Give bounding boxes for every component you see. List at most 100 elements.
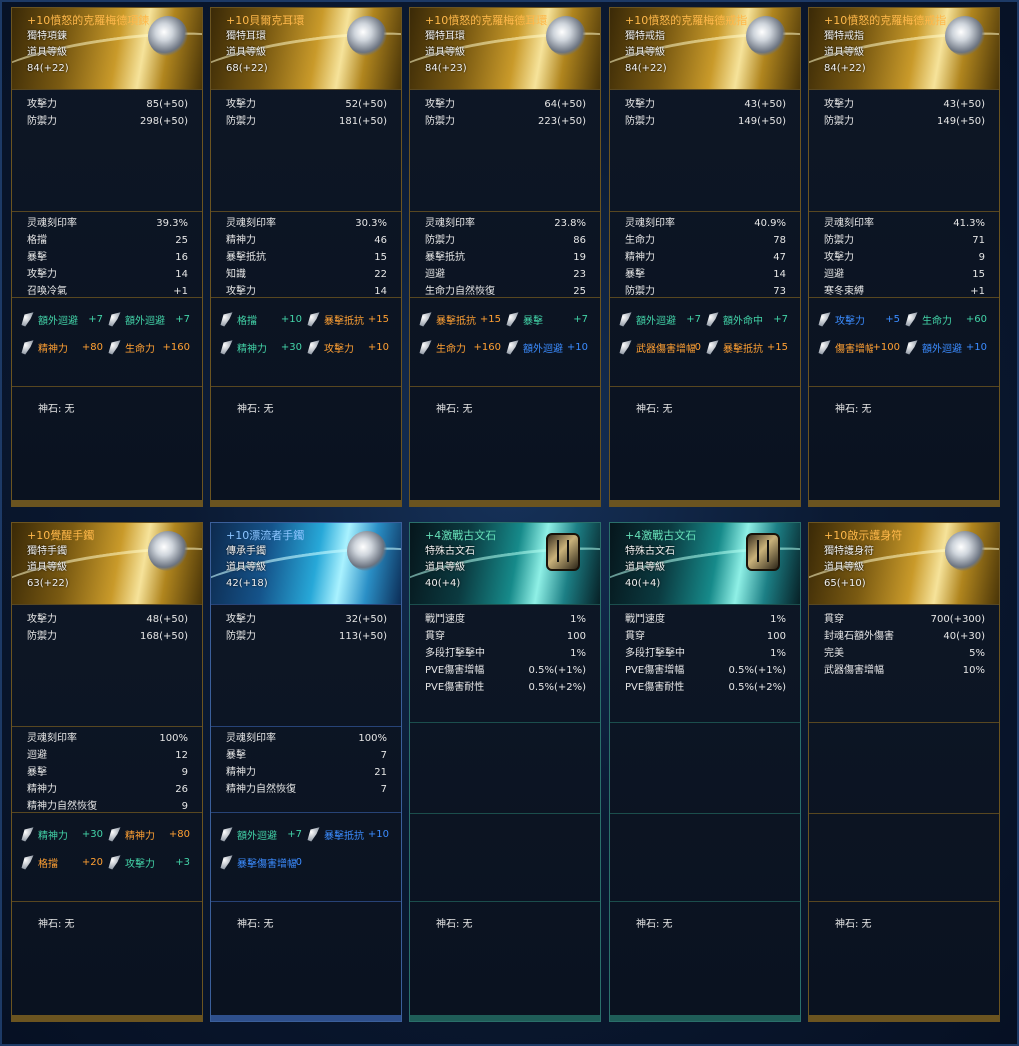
equipment-card[interactable]: +4激戰古文石 特殊古文石 道具等級 40(+4) 戰鬥速度 1% 貫穿 100 多段打擊擊中 1… (409, 522, 601, 1022)
feather-icon (220, 827, 233, 842)
effect-item[interactable]: 精神力 +30 (20, 827, 107, 842)
ring-icon[interactable] (945, 16, 985, 56)
feather-icon (905, 312, 918, 327)
stat-value: 25 (175, 235, 188, 246)
effect-item[interactable]: 格擋 +10 (219, 312, 306, 327)
effect-label: 額外迴避 (38, 315, 78, 327)
gem-slot: 神石: 无 (436, 404, 473, 415)
stat-row: 暴擊 16 (27, 249, 188, 266)
bracelet-icon[interactable] (148, 531, 188, 571)
effect-item[interactable]: 格擋 +20 (20, 855, 107, 870)
divider (610, 813, 800, 814)
effect-item[interactable]: 精神力 +30 (219, 340, 306, 355)
effect-item[interactable]: 暴擊抵抗 +15 (705, 340, 792, 355)
stat-row: 灵魂刻印率 100% (27, 730, 188, 747)
effect-value: +7 (773, 313, 788, 325)
rune-stone-icon[interactable] (746, 533, 780, 571)
stat-name: 暴擊抵抗 (425, 252, 465, 263)
effect-item[interactable]: 武器傷害增幅 0 (618, 340, 705, 355)
stat-name: 防禦力 (226, 116, 256, 127)
effect-item[interactable]: 生命力 +60 (904, 312, 991, 327)
effect-item[interactable]: 暴擊抵抗 +15 (306, 312, 393, 327)
effect-value: +15 (367, 313, 389, 325)
card-header: +4激戰古文石 特殊古文石 道具等級 40(+4) (610, 523, 800, 604)
stat-value: +1 (970, 286, 985, 297)
effect-item[interactable]: 暴擊傷害增幅 0 (219, 855, 306, 870)
effect-value: +7 (175, 313, 190, 325)
effect-item[interactable]: 額外迴避 +7 (107, 312, 194, 327)
stat-row: 攻擊力 9 (824, 249, 985, 266)
divider (610, 901, 800, 902)
effect-item[interactable]: 精神力 +80 (20, 340, 107, 355)
necklace-icon[interactable] (148, 16, 188, 56)
earring-icon[interactable] (347, 16, 387, 56)
item-level: 84(+23) (425, 63, 467, 74)
equipment-card[interactable]: +10憤怒的克羅梅德戒指 獨特戒指 道具等級 84(+22) 攻擊力 43(+50) 防禦力… (808, 7, 1000, 507)
equipment-card[interactable]: +10憤怒的克羅梅德項鍊 獨特項鍊 道具等級 84(+22) 攻擊力 85(+50) 防禦力… (11, 7, 203, 507)
amulet-icon[interactable] (945, 531, 985, 571)
effect-item[interactable]: 暴擊抵抗 +15 (418, 312, 505, 327)
effect-item[interactable]: 額外命中 +7 (705, 312, 792, 327)
earring-icon[interactable] (546, 16, 586, 56)
stat-row: 防禦力 149(+50) (625, 113, 786, 130)
equipment-card[interactable]: +10憤怒的克羅梅德戒指 獨特戒指 道具等級 84(+22) 攻擊力 43(+50) 防禦力… (609, 7, 801, 507)
effect-item[interactable]: 暴擊 +7 (505, 312, 592, 327)
stat-row: 格擋 25 (27, 232, 188, 249)
effect-item[interactable]: 額外迴避 +10 (904, 340, 991, 355)
base-stats: 攻擊力 48(+50) 防禦力 168(+50) (27, 611, 188, 645)
stat-name: 防禦力 (226, 631, 256, 642)
equipment-card[interactable]: +10漂流者手鐲 傳承手鐲 道具等級 42(+18) 攻擊力 32(+50) 防禦力 113(… (210, 522, 402, 1022)
feather-icon (506, 312, 519, 327)
effect-label: 生命力 (436, 343, 466, 355)
effect-item[interactable]: 額外迴避 +7 (618, 312, 705, 327)
ring-icon[interactable] (746, 16, 786, 56)
bonus-effects: 格擋 +10 暴擊抵抗 +15 精神力 +30 攻擊力 +10 (219, 305, 393, 361)
bracelet-icon[interactable] (347, 531, 387, 571)
equipment-card[interactable]: +10憤怒的克羅梅德耳環 獨特耳環 道具等級 84(+23) 攻擊力 64(+50) 防禦力… (409, 7, 601, 507)
effect-value: +7 (287, 828, 302, 840)
stat-name: 生命力自然恢復 (425, 286, 495, 297)
base-stats: 攻擊力 43(+50) 防禦力 149(+50) (824, 96, 985, 130)
bonus-effects: 精神力 +30 精神力 +80 格擋 +20 攻擊力 +3 (20, 820, 194, 876)
effect-value: 0 (295, 856, 302, 868)
item-level-label: 道具等級 (824, 562, 864, 573)
stat-row: 攻擊力 14 (27, 266, 188, 283)
effect-item[interactable]: 攻擊力 +3 (107, 855, 194, 870)
stat-value: 86 (573, 235, 586, 246)
stat-name: PVE傷害增幅 (425, 665, 485, 676)
equipment-card[interactable]: +10啟示護身符 獨特護身符 道具等級 65(+10) 貫穿 700(+300) 封魂石額外… (808, 522, 1000, 1022)
effect-item[interactable]: 額外迴避 +10 (505, 340, 592, 355)
divider (12, 604, 202, 605)
stat-name: 精神力 (625, 252, 655, 263)
item-level: 84(+22) (27, 63, 69, 74)
effect-item[interactable]: 攻擊力 +5 (817, 312, 904, 327)
effect-value: +60 (965, 313, 987, 325)
effect-item[interactable]: 生命力 +160 (107, 340, 194, 355)
effect-item[interactable]: 生命力 +160 (418, 340, 505, 355)
stat-name: 防禦力 (625, 116, 655, 127)
effect-item[interactable]: 暴擊抵抗 +10 (306, 827, 393, 842)
effect-item[interactable]: 額外迴避 +7 (20, 312, 107, 327)
stat-row: 精神力 47 (625, 249, 786, 266)
effect-label: 額外迴避 (922, 343, 962, 355)
item-type: 獨特手鐲 (27, 546, 67, 557)
item-type: 獨特護身符 (824, 546, 874, 557)
stat-row: 召喚冷氣 +1 (27, 283, 188, 300)
equipment-card[interactable]: +4激戰古文石 特殊古文石 道具等級 40(+4) 戰鬥速度 1% 貫穿 100 多段打擊擊中 1… (609, 522, 801, 1022)
effect-item[interactable]: 精神力 +80 (107, 827, 194, 842)
effect-row: 傷害增幅 +100 額外迴避 +10 (817, 333, 991, 361)
stat-name: 防禦力 (824, 235, 854, 246)
effect-item[interactable]: 額外迴避 +7 (219, 827, 306, 842)
effect-label: 暴擊抵抗 (324, 315, 364, 327)
gem-slot: 神石: 无 (636, 919, 673, 930)
effect-item[interactable]: 攻擊力 +10 (306, 340, 393, 355)
item-type: 特殊古文石 (625, 546, 675, 557)
stat-value: 100 (566, 631, 586, 642)
effect-item[interactable]: 傷害增幅 +100 (817, 340, 904, 355)
stat-value: 39.3% (156, 218, 188, 229)
equipment-card[interactable]: +10貝爾克耳環 獨特耳環 道具等級 68(+22) 攻擊力 52(+50) 防禦力 181(… (210, 7, 402, 507)
stat-value: 149(+50) (937, 116, 985, 127)
feather-icon (307, 312, 320, 327)
rune-stone-icon[interactable] (546, 533, 580, 571)
equipment-card[interactable]: +10覺醒手鐲 獨特手鐲 道具等級 63(+22) 攻擊力 48(+50) 防禦力 168(+… (11, 522, 203, 1022)
